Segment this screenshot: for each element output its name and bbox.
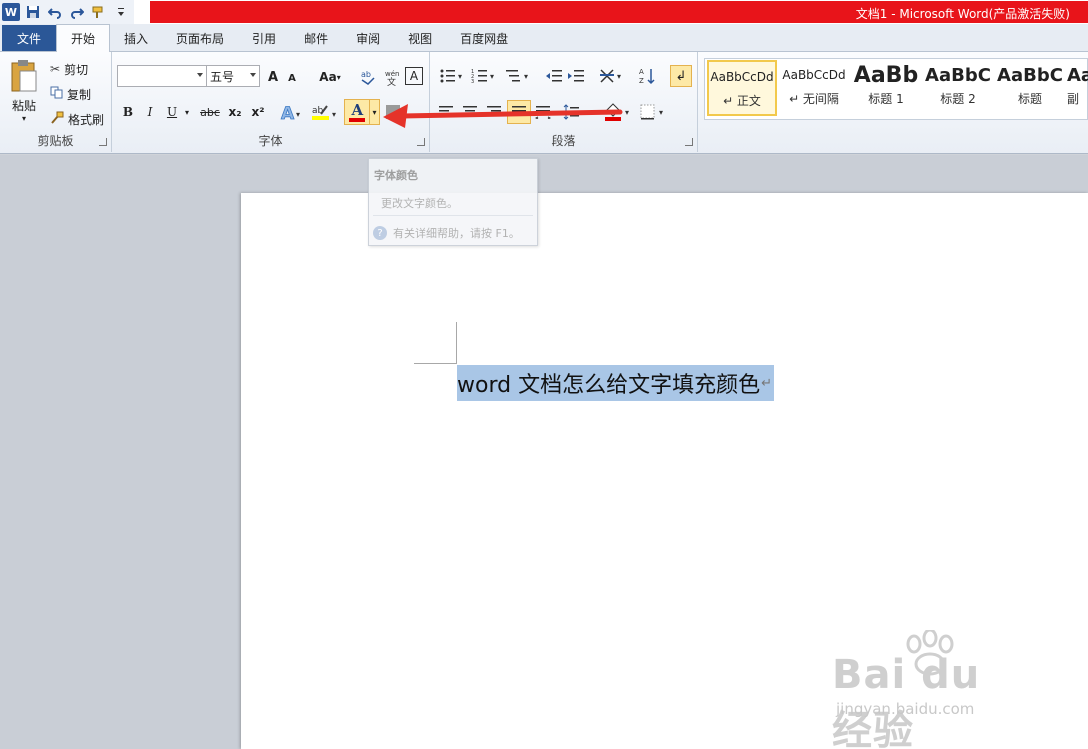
baidu-watermark: Bai du 经验 jingyan.baidu.com — [832, 630, 1032, 749]
watermark-url: jingyan.baidu.com — [836, 700, 975, 718]
